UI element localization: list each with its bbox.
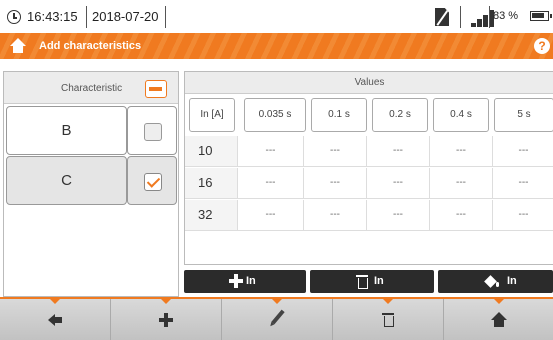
in-value: 16 [185,168,237,198]
clock-icon [7,10,21,24]
separator [165,6,166,28]
in-value: 32 [185,200,237,230]
delete-in-label: In [374,275,384,287]
column-header: 5 s [494,98,553,132]
title-bar: Add characteristics ? [0,33,553,59]
fill-in-button[interactable]: In [438,270,553,293]
characteristic-check-cell[interactable] [127,156,177,205]
table-cell: --- [366,168,429,198]
table-cell: --- [303,168,366,198]
add-button[interactable] [111,299,222,340]
characteristic-checkbox-checked[interactable] [144,173,162,191]
battery-percent: 83 % [493,10,519,22]
back-button[interactable] [0,299,111,340]
plus-icon [159,313,173,327]
table-cell: --- [366,136,429,166]
characteristics-panel: Characteristic B C [3,71,179,297]
home-icon [491,312,507,327]
table-cell: --- [492,200,553,230]
characteristic-column-label: Characteristic [61,83,123,94]
characteristic-name[interactable]: B [6,106,127,155]
in-value: 10 [185,136,237,166]
column-header: 0.4 s [433,98,489,132]
table-row[interactable]: 16 --- --- --- --- --- [185,168,553,199]
trash-icon [382,313,394,327]
table-cell: --- [237,168,303,198]
characteristic-row-b[interactable]: B [4,106,178,156]
table-cell: --- [303,200,366,230]
characteristic-row-c[interactable]: C [4,156,178,206]
back-arrow-icon [48,314,62,326]
values-title: Values [185,72,553,94]
characteristic-check-cell[interactable] [127,106,177,155]
characteristic-name[interactable]: C [6,156,127,205]
column-header: 0.035 s [244,98,306,132]
values-table: Values In [A] 0.035 s 0.1 s 0.2 s 0.4 s … [184,71,553,265]
table-cell: --- [237,136,303,166]
column-header: 0.1 s [311,98,367,132]
home-button[interactable] [444,299,553,340]
table-row[interactable]: 32 --- --- --- --- --- [185,200,553,231]
status-bar: 16:43:15 2018-07-20 83 % [0,0,553,33]
column-header: 0.2 s [372,98,428,132]
paint-bucket-icon [485,275,499,288]
home-icon[interactable] [10,38,26,54]
table-cell: --- [429,200,492,230]
bottom-toolbar [0,297,553,340]
pencil-icon [271,309,285,325]
characteristic-checkbox[interactable] [144,123,162,141]
page-title: Add characteristics [39,40,142,52]
status-time: 16:43:15 [27,9,78,24]
plus-icon [229,274,243,288]
add-in-button[interactable]: In [184,270,306,293]
separator [86,6,87,28]
table-cell: --- [237,200,303,230]
delete-in-button[interactable]: In [310,270,434,293]
table-cell: --- [366,200,429,230]
delete-button[interactable] [333,299,444,340]
table-cell: --- [429,136,492,166]
values-column-headers: In [A] 0.035 s 0.1 s 0.2 s 0.4 s 5 s [185,94,553,136]
add-in-label: In [246,275,256,287]
no-sd-card-icon [435,8,449,26]
trash-icon [356,275,368,289]
column-header: In [A] [189,98,235,132]
help-icon[interactable]: ? [534,38,550,54]
separator [489,6,490,28]
table-cell: --- [303,136,366,166]
select-all-checkbox[interactable] [145,80,167,98]
table-cell: --- [492,136,553,166]
table-cell: --- [429,168,492,198]
fill-in-label: In [507,275,517,287]
table-cell: --- [492,168,553,198]
table-row[interactable]: 10 --- --- --- --- --- [185,136,553,167]
status-date: 2018-07-20 [92,9,159,24]
edit-button[interactable] [222,299,333,340]
separator [460,6,461,28]
characteristics-header: Characteristic [4,72,178,104]
battery-icon [530,11,552,21]
